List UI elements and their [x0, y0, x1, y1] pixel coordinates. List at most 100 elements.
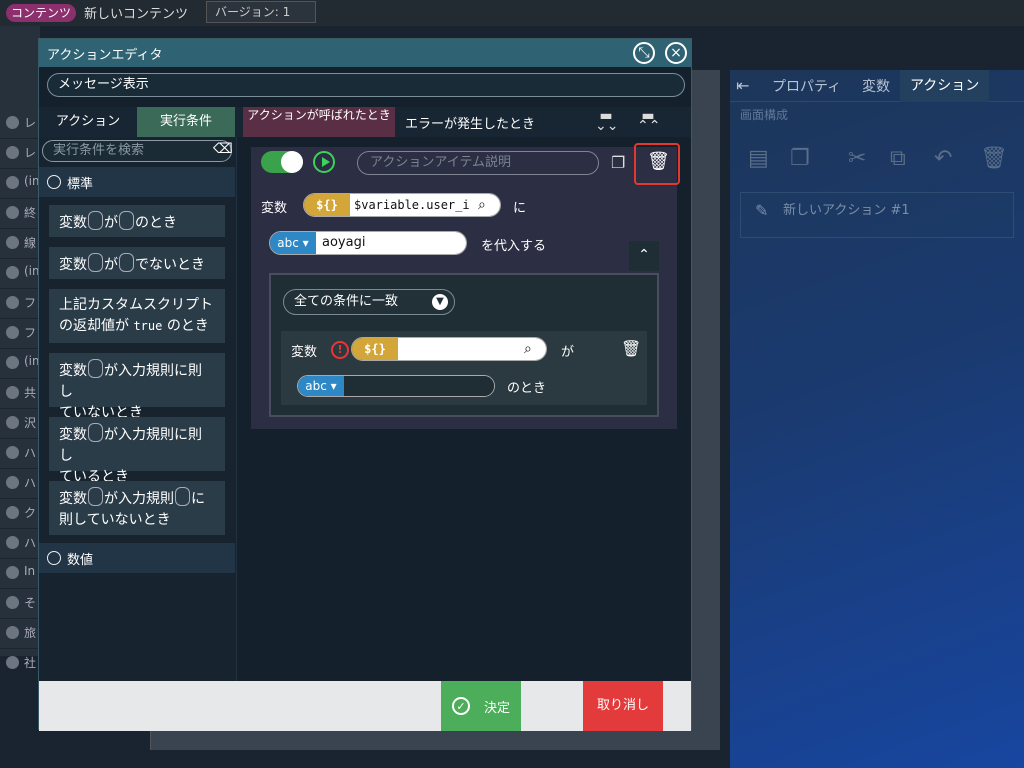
- content-badge[interactable]: コンテンツ: [6, 4, 77, 22]
- search-icon[interactable]: ⌕: [478, 194, 500, 216]
- tab-on-error[interactable]: エラーが発生したとき: [405, 113, 535, 143]
- background-row-label: ク: [24, 506, 37, 520]
- background-row-label: ハ: [24, 476, 37, 490]
- background-list-row: 沢: [0, 408, 40, 439]
- left-tabs: アクション 実行条件: [39, 107, 237, 137]
- play-icon[interactable]: [313, 151, 335, 173]
- tab-conditions[interactable]: 実行条件: [137, 107, 235, 137]
- panel-tabs: ⇤ プロパティ 変数 アクション: [730, 70, 1024, 102]
- row-chevron-icon: [6, 266, 19, 279]
- row-chevron-icon: [6, 356, 19, 369]
- add-action-icon[interactable]: ▤: [748, 146, 776, 174]
- condition-item[interactable]: 上記カスタムスクリプト の返却値が true のとき: [49, 289, 225, 343]
- background-list-row: ハ: [0, 438, 40, 469]
- row-chevron-icon: [6, 536, 19, 549]
- pencil-icon: ✎: [755, 201, 769, 220]
- condition-item[interactable]: 変数 が入力規則に則し ているとき: [49, 417, 225, 485]
- background-list-row: 線: [0, 228, 40, 259]
- row-chevron-icon: [6, 626, 19, 639]
- undo-action-icon[interactable]: ↶: [934, 146, 962, 174]
- cond-suffix: のとき: [507, 381, 547, 396]
- background-row-label: ハ: [24, 446, 37, 460]
- background-right-panel: ⇤ プロパティ 変数 アクション 画面構成 ▤ ❐ ✂ ⧉ ↶ 🗑 ✎ 新しいア…: [730, 70, 1024, 768]
- condition-item[interactable]: 変数 が入力規則に 則していないとき: [49, 481, 225, 535]
- condition-item[interactable]: 変数 が入力規則に則し ていないとき: [49, 353, 225, 421]
- tab-properties[interactable]: プロパティ: [772, 76, 841, 96]
- ni-label: に: [513, 201, 527, 216]
- item-description-input[interactable]: アクションアイテム説明: [357, 151, 599, 175]
- cond-value-input[interactable]: abc ▾: [297, 375, 495, 397]
- action-name: 新しいアクション #1: [783, 203, 910, 218]
- section-label: 画面構成: [740, 108, 789, 122]
- cond-variable-input[interactable]: ${} ⌕: [351, 337, 547, 361]
- delete-action-icon[interactable]: 🗑: [980, 146, 1008, 174]
- background-row-label: 共: [24, 386, 37, 400]
- dialog-titlebar: アクションエディタ ⤡ ×: [39, 39, 691, 67]
- row-chevron-icon: [6, 146, 19, 159]
- trash-icon[interactable]: 🗑: [621, 339, 641, 358]
- close-icon[interactable]: ×: [665, 42, 687, 64]
- assign-value-input[interactable]: abc ▾ aoyagi: [269, 231, 467, 255]
- category-number[interactable]: 数値: [39, 543, 235, 573]
- background-list-row: (im: [0, 168, 44, 199]
- background-list-row: 社: [0, 648, 40, 679]
- tab-actions[interactable]: アクション: [900, 70, 990, 102]
- type-select[interactable]: abc ▾: [270, 232, 316, 254]
- expand-all-icon[interactable]: ▬ ⌃⌃: [637, 109, 660, 141]
- condition-search-input[interactable]: 実行条件を検索: [42, 140, 232, 162]
- action-name-input[interactable]: メッセージ表示: [47, 73, 685, 97]
- background-row-label: フ: [24, 296, 37, 310]
- collapse-condition-icon[interactable]: ⌃: [629, 241, 659, 271]
- category-standard[interactable]: 標準: [39, 167, 235, 197]
- check-icon: ✓: [451, 697, 470, 715]
- enable-toggle[interactable]: [261, 151, 303, 173]
- row-chevron-icon: [6, 506, 19, 519]
- background-row-label: フ: [24, 326, 37, 340]
- panel-collapse-icon[interactable]: ⇤: [736, 76, 749, 95]
- dialog-title: アクションエディタ: [47, 48, 163, 63]
- background-list-row: In: [0, 558, 40, 589]
- background-row-label: レ: [24, 146, 37, 160]
- row-chevron-icon: [6, 206, 19, 219]
- cond-type-select[interactable]: abc ▾: [298, 376, 344, 396]
- row-chevron-icon: [6, 296, 19, 309]
- warning-icon: !: [331, 341, 349, 359]
- row-chevron-icon: [6, 326, 19, 339]
- cancel-button[interactable]: 取り消し: [583, 681, 663, 731]
- background-left-list: レレ (im 終線 (im フフ (im 共沢ハハクハ In そ旅社: [0, 26, 44, 679]
- paste-action-icon[interactable]: ⧉: [890, 146, 918, 174]
- variable-input[interactable]: ${} $variable.user_i ⌕: [303, 193, 501, 217]
- row-chevron-icon: [6, 116, 19, 129]
- trash-icon[interactable]: 🗑: [647, 151, 670, 172]
- row-chevron-icon: [6, 176, 19, 189]
- condition-mode-select[interactable]: 全ての条件に一致 ▼: [283, 289, 455, 315]
- variable-value: $variable.user_i: [350, 194, 478, 216]
- condition-item[interactable]: 変数がのとき: [49, 205, 225, 237]
- ok-button[interactable]: ✓ 決定: [441, 681, 521, 731]
- assign-suffix: を代入する: [481, 239, 547, 254]
- background-row-label: ハ: [24, 536, 37, 550]
- row-chevron-icon: [6, 656, 19, 669]
- background-row-label: レ: [24, 116, 37, 130]
- copy-action-icon[interactable]: ❐: [790, 146, 818, 174]
- collapse-all-icon[interactable]: ▬ ⌄⌄: [595, 109, 618, 141]
- condition-row: 変数 ! ${} ⌕ が 🗑 abc ▾ のとき: [281, 331, 647, 405]
- tab-action[interactable]: アクション: [39, 107, 137, 137]
- tab-variables[interactable]: 変数: [862, 76, 890, 96]
- search-icon[interactable]: ⌕: [524, 338, 546, 360]
- version-select[interactable]: バージョン: 1: [206, 1, 316, 23]
- background-list-row: そ: [0, 588, 40, 619]
- chevron-down-icon: ▼: [432, 294, 448, 310]
- background-list-row: (im: [0, 348, 44, 379]
- copy-item-icon[interactable]: ❐: [611, 153, 625, 172]
- background-list-row: レ: [0, 108, 40, 139]
- condition-item[interactable]: 変数がでないとき: [49, 247, 225, 279]
- background-row-label: 線: [24, 236, 37, 250]
- eraser-icon[interactable]: ⌫: [213, 141, 233, 157]
- tab-on-called[interactable]: アクションが呼ばれたとき: [243, 107, 395, 137]
- shrink-icon[interactable]: ⤡: [633, 42, 655, 64]
- content-title[interactable]: 新しいコンテンツ: [84, 3, 188, 22]
- background-row-label: そ: [24, 596, 37, 610]
- action-list-item[interactable]: ✎ 新しいアクション #1: [740, 192, 1014, 238]
- cut-action-icon[interactable]: ✂: [848, 146, 876, 174]
